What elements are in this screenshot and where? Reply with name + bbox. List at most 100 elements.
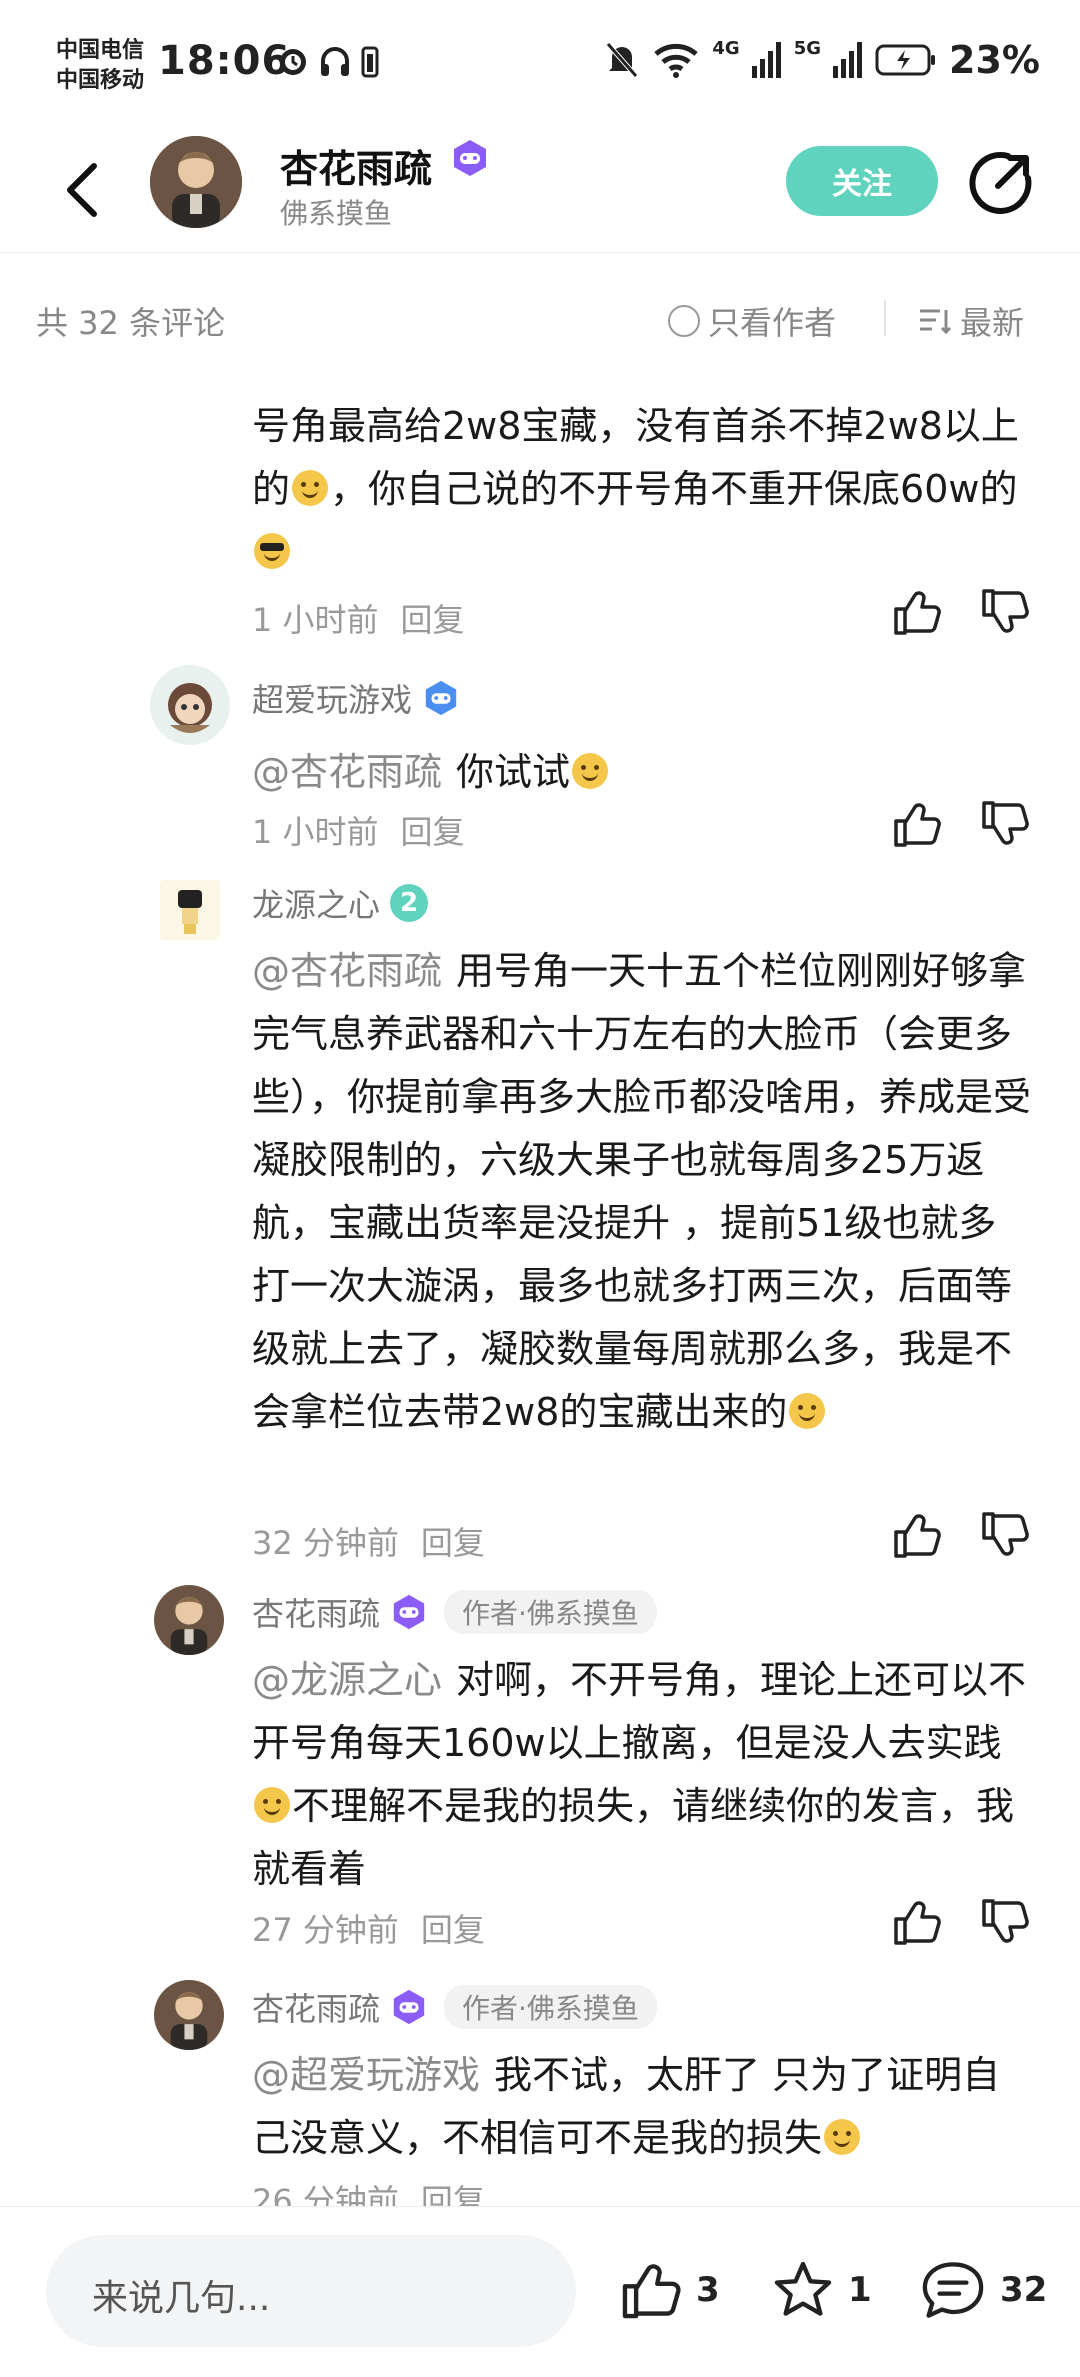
thumbs-up-icon (894, 591, 941, 635)
star-icon (774, 2261, 832, 2316)
comment-time: 1 小时前 (252, 601, 379, 639)
favorite-count: 1 (848, 2270, 872, 2310)
profile-header: 杏花雨疏 佛系摸鱼 关注 (0, 130, 1080, 253)
commenter-avatar-image (160, 880, 220, 940)
level-badge-number: 2 (399, 888, 419, 918)
comment-body: 用号角一天十五个栏位刚刚好够拿完气息养武器和六十万左右的大脸币（会更多些），你提… (252, 949, 1032, 1434)
dislike-button[interactable] (980, 1510, 1030, 1560)
commenter-name[interactable]: 杏花雨疏 (252, 1589, 380, 1635)
author-avatar-image (150, 136, 242, 228)
sort-latest-label: 最新 (960, 304, 1025, 342)
author-only-label: 只看作者 (708, 304, 837, 342)
commenter-avatar-image (154, 1980, 224, 2050)
comment-meta: 27 分钟前 回复 (252, 1905, 485, 1951)
game-badge-icon (450, 138, 490, 182)
comment-body: 你试试 (456, 750, 571, 794)
battery-percent: 23% (949, 38, 1040, 82)
like-button[interactable] (892, 1510, 942, 1560)
comment-time: 1 小时前 (252, 813, 379, 851)
comment-text: @杏花雨疏 你试试 (252, 741, 1032, 804)
smile-emoji-icon (292, 470, 329, 506)
comment-body-tail: 不理解不是我的损失，请继续你的发言，我就看着 (252, 1784, 1015, 1891)
network-5g-label: 5G (793, 37, 822, 59)
battery-charging-icon (875, 44, 936, 76)
thumbs-down-icon (982, 1512, 1029, 1556)
signal-icon-1 (751, 42, 781, 78)
like-button[interactable] (892, 587, 942, 637)
comment-count: 共 32 条评论 (36, 304, 226, 342)
commenter-avatar[interactable] (150, 665, 230, 745)
dislike-button[interactable] (980, 587, 1030, 637)
battery-small-icon (361, 46, 379, 78)
thumbs-down-icon (982, 1899, 1029, 1943)
game-badge-icon (393, 1989, 425, 2025)
thumbs-up-icon (894, 1901, 941, 1945)
commenter-name[interactable]: 龙源之心 (252, 880, 380, 926)
reply-button[interactable]: 回复 (401, 807, 465, 853)
like-button[interactable] (892, 1897, 942, 1947)
comments-button[interactable]: 32 (920, 2259, 1047, 2321)
reply-button[interactable]: 回复 (401, 595, 465, 641)
share-button[interactable] (968, 150, 1034, 216)
bottom-action-bar: 来说几句... 3 1 32 (0, 2206, 1080, 2377)
commenter-avatar[interactable] (154, 1585, 224, 1655)
headphone-icon (321, 47, 349, 76)
game-badge-icon (393, 1594, 425, 1630)
dislike-button[interactable] (980, 1897, 1030, 1947)
mention-link[interactable]: @杏花雨疏 (252, 949, 442, 993)
reply-button[interactable]: 回复 (421, 1905, 485, 1951)
thumbs-down-icon (982, 589, 1029, 633)
dislike-button[interactable] (980, 799, 1030, 849)
carrier-2: 中国移动 (56, 68, 145, 93)
cool-emoji-icon (254, 533, 290, 569)
author-only-toggle[interactable]: 只看作者 (668, 298, 836, 344)
commenter-name[interactable]: 杏花雨疏 (252, 1984, 380, 2030)
comment-input[interactable]: 来说几句... (46, 2235, 576, 2347)
thumbs-down-icon (982, 801, 1029, 845)
like-button[interactable] (892, 799, 942, 849)
author-tag: 作者·佛系摸鱼 (444, 1590, 657, 1634)
sort-latest-button[interactable]: 最新 (918, 298, 1024, 344)
status-icons-left (276, 44, 380, 78)
comment-body-tail: ，你自己说的不开号角不重开保底60w的 (330, 467, 1018, 511)
comment-meta: 1 小时前 回复 (252, 595, 465, 641)
comment-text: @龙源之心 对啊，不开号角，理论上还可以不开号角每天160w以上撤离，但是没人去实… (252, 1649, 1032, 1901)
like-post-button[interactable]: 3 (620, 2259, 720, 2321)
mention-link[interactable]: @超爱玩游戏 (252, 2053, 480, 2097)
smile-emoji-icon (572, 753, 609, 789)
divider (884, 300, 886, 336)
commenter-name-row: 龙源之心 2 (252, 880, 429, 926)
comment-meta: 1 小时前 回复 (252, 807, 465, 853)
favorite-button[interactable]: 1 (772, 2259, 872, 2321)
commenter-avatar[interactable] (154, 1980, 224, 2050)
commenter-avatar-image (154, 1585, 224, 1655)
game-badge-icon (425, 680, 457, 716)
comment-time: 32 分钟前 (252, 1524, 399, 1562)
mention-link[interactable]: @杏花雨疏 (252, 750, 442, 794)
chevron-left-icon (67, 163, 97, 217)
author-tag: 作者·佛系摸鱼 (444, 1985, 657, 2029)
status-icons-right: 4G 5G 23% (604, 38, 1040, 82)
smile-emoji-icon (824, 2119, 861, 2155)
carrier-1: 中国电信 (56, 38, 145, 63)
comment-meta: 32 分钟前 回复 (252, 1518, 485, 1564)
reply-button[interactable]: 回复 (421, 1518, 485, 1564)
mute-bell-icon (606, 42, 639, 78)
smile-emoji-icon (789, 1393, 826, 1429)
author-subtitle: 佛系摸鱼 (280, 197, 393, 230)
commenter-avatar[interactable] (160, 880, 220, 940)
thumbs-up-icon (894, 1514, 941, 1558)
comments-count: 32 (1000, 2270, 1048, 2310)
signal-icon-2 (833, 42, 863, 78)
mention-link[interactable]: @龙源之心 (252, 1658, 442, 1702)
back-button[interactable] (52, 155, 112, 225)
author-avatar[interactable] (150, 136, 242, 228)
clock: 18:06 (158, 38, 291, 84)
like-count: 3 (696, 2270, 720, 2310)
thumbs-up-icon (894, 803, 941, 847)
author-name: 杏花雨疏 (280, 147, 433, 191)
radio-circle-icon (668, 305, 700, 337)
follow-button[interactable]: 关注 (786, 146, 938, 216)
wifi-icon (654, 43, 699, 78)
commenter-name[interactable]: 超爱玩游戏 (252, 675, 412, 721)
